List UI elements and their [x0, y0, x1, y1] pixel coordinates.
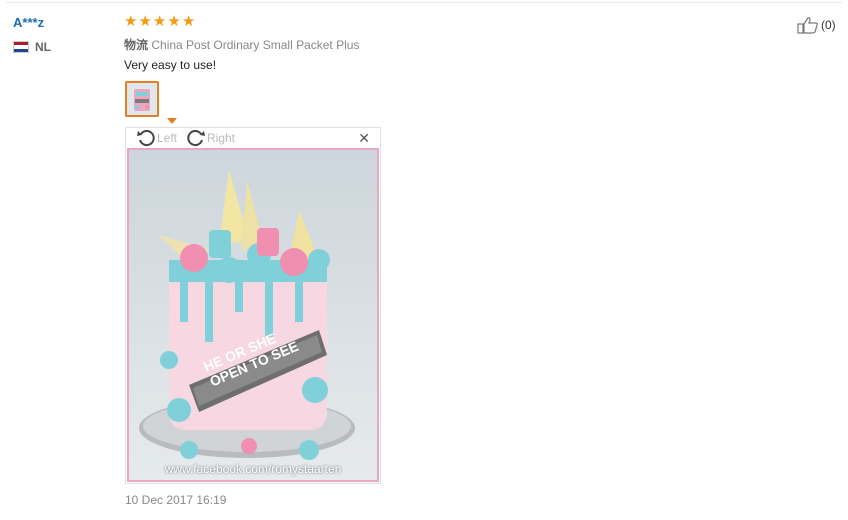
star-rating: ★ ★ ★ ★ ★: [124, 13, 196, 31]
rotate-left-button[interactable]: Left: [136, 129, 177, 147]
photo-viewer: Left Right ✕ HE OR SHE OPEN TO SEE www.f…: [125, 127, 381, 484]
photo-thumbnail[interactable]: [125, 81, 159, 117]
photo-watermark: www.facebook.com/romystaarten: [164, 462, 342, 476]
reviewer-name[interactable]: A***z: [13, 15, 44, 30]
logistics-label: 物流: [124, 38, 149, 52]
star-icon: ★: [152, 13, 167, 30]
thumbs-up-icon: [797, 17, 818, 34]
close-icon[interactable]: ✕: [358, 131, 370, 145]
review-date: 10 Dec 2017 16:19: [125, 493, 227, 507]
rotate-left-icon: [137, 130, 155, 147]
star-icon: ★: [124, 13, 138, 30]
review-text: Very easy to use!: [124, 58, 217, 72]
viewer-toolbar: Left Right ✕: [126, 128, 380, 148]
rotate-right-icon: [187, 130, 205, 147]
review-photo: HE OR SHE OPEN TO SEE www.facebook.com/r…: [127, 148, 379, 482]
top-divider: [6, 2, 842, 3]
thumbnail-pointer: [167, 118, 177, 124]
star-icon: ★: [181, 13, 196, 30]
reviewer-country: NL: [13, 40, 51, 54]
helpful-button[interactable]: (0): [797, 16, 836, 34]
logistics-value: China Post Ordinary Small Packet Plus: [151, 38, 360, 52]
logistics-info: 物流 China Post Ordinary Small Packet Plus: [124, 36, 359, 53]
rotate-right-label: Right: [207, 131, 236, 145]
country-code: NL: [35, 40, 51, 54]
rotate-right-button[interactable]: Right: [186, 129, 235, 147]
star-icon: ★: [167, 13, 181, 30]
helpful-count: (0): [821, 18, 836, 32]
rotate-left-label: Left: [157, 131, 178, 145]
star-icon: ★: [138, 13, 152, 30]
netherlands-flag-icon: [13, 41, 29, 53]
